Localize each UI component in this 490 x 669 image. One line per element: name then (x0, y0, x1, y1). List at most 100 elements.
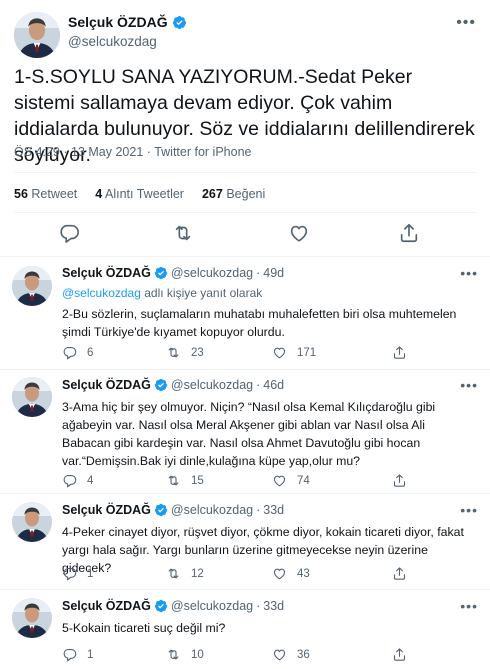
share-icon[interactable] (398, 222, 420, 244)
share-icon (392, 345, 407, 360)
share-action[interactable] (392, 473, 407, 488)
author-name[interactable]: Selçuk ÖZDAĞ (62, 503, 151, 517)
reply-count: 4 (87, 474, 94, 487)
retweet-icon[interactable] (172, 222, 194, 244)
more-icon[interactable]: ••• (456, 14, 476, 32)
divider (0, 369, 490, 370)
like-action[interactable]: 36 (272, 647, 310, 662)
avatar[interactable] (14, 12, 60, 58)
author-handle[interactable]: @selcukozdag (171, 503, 253, 517)
avatar-image (12, 377, 52, 417)
separator: · (256, 266, 261, 280)
avatar[interactable] (12, 598, 52, 638)
reply-actions: 6 23 171 (62, 345, 482, 363)
avatar[interactable] (12, 502, 52, 542)
reply-to-line: @selcukozdag adlı kişiye yanıt olarak (62, 286, 262, 300)
reply-count: 6 (87, 346, 94, 359)
author-handle[interactable]: @selcukozdag (68, 34, 157, 49)
author-name-row[interactable]: Selçuk ÖZDAĞ (68, 14, 187, 30)
retweet-action[interactable]: 15 (166, 473, 204, 488)
tweet-text: 2-Bu sözlerin, suçlamaların muhatabı muh… (62, 307, 457, 339)
tweet-text: 5-Kokain ticareti suç değil mi? (62, 621, 226, 635)
reply-icon (62, 473, 77, 488)
retweet-icon (166, 345, 181, 360)
share-action[interactable] (392, 345, 407, 360)
meta-separator: · (146, 145, 151, 159)
main-tweet-actions (0, 222, 490, 248)
reply-header: Selçuk ÖZDAĞ @selcukozdag · 46d (62, 378, 284, 392)
retweet-icon (166, 473, 181, 488)
retweet-action[interactable]: 12 (166, 566, 204, 581)
quote-stat[interactable]: 4 Alıntı Tweetler (95, 187, 184, 201)
reply-to-text: adlı kişiye yanıt olarak (140, 286, 263, 300)
retweet-count: 56 (14, 187, 28, 201)
verified-badge-icon (154, 378, 168, 392)
reply-to-mention[interactable]: @selcukozdag (62, 286, 141, 300)
more-icon[interactable]: ••• (460, 377, 478, 393)
reply-icon[interactable] (58, 222, 80, 244)
retweet-icon (166, 647, 181, 662)
share-action[interactable] (392, 566, 407, 581)
tweet-time[interactable]: ÖS 4:29 (14, 145, 60, 159)
reply-count: 1 (87, 567, 94, 580)
divider (0, 493, 490, 494)
verified-badge-icon (154, 503, 168, 517)
like-icon[interactable] (288, 222, 310, 244)
reply-actions: 4 15 74 (62, 473, 482, 491)
like-count: 43 (297, 567, 310, 580)
retweet-count: 10 (191, 648, 204, 661)
retweet-stat[interactable]: 56 Retweet (14, 187, 77, 201)
like-action[interactable]: 171 (272, 345, 316, 360)
tweet-meta: ÖS 4:29 · 13 May 2021 · Twitter for iPho… (14, 145, 251, 159)
reply-action[interactable]: 1 (62, 566, 93, 581)
like-icon (272, 473, 287, 488)
tweet-time[interactable]: 33d (263, 599, 284, 613)
author-handle[interactable]: @selcukozdag (171, 266, 253, 280)
quote-label: Alıntı Tweetler (105, 187, 184, 201)
tweet-date[interactable]: 13 May 2021 (71, 145, 143, 159)
retweet-action[interactable]: 23 (166, 345, 204, 360)
avatar-image (12, 598, 52, 638)
reply-action[interactable]: 4 (62, 473, 93, 488)
author-name[interactable]: Selçuk ÖZDAĞ (62, 599, 151, 613)
like-stat[interactable]: 267 Beğeni (202, 187, 265, 201)
reply-action[interactable]: 1 (62, 647, 93, 662)
avatar[interactable] (12, 266, 52, 306)
like-count: 267 (201, 187, 223, 201)
verified-badge-icon (172, 15, 187, 30)
reply-icon (62, 647, 77, 662)
like-action[interactable]: 43 (272, 566, 310, 581)
like-count: 171 (297, 346, 317, 359)
more-icon[interactable]: ••• (460, 598, 478, 614)
more-icon[interactable]: ••• (460, 265, 478, 281)
separator: · (256, 599, 261, 613)
reply-action[interactable]: 6 (62, 345, 93, 360)
tweet-time[interactable]: 49d (263, 266, 284, 280)
avatar-image (12, 266, 52, 306)
share-icon (392, 647, 407, 662)
divider (0, 589, 490, 590)
avatar-image (14, 12, 60, 58)
more-icon[interactable]: ••• (460, 502, 478, 518)
author-name[interactable]: Selçuk ÖZDAĞ (62, 378, 151, 392)
share-action[interactable] (392, 647, 407, 662)
author-name[interactable]: Selçuk ÖZDAĞ (62, 266, 151, 280)
tweet-time[interactable]: 46d (263, 378, 284, 392)
quote-count: 4 (95, 187, 103, 201)
reply-actions: 1 10 36 (62, 647, 482, 665)
author-name[interactable]: Selçuk ÖZDAĞ (68, 14, 168, 30)
separator: · (256, 503, 261, 517)
reply-header: Selçuk ÖZDAĞ @selcukozdag · 49d (62, 266, 284, 280)
reply-icon (62, 566, 77, 581)
retweet-action[interactable]: 10 (166, 647, 204, 662)
tweet-time[interactable]: 33d (263, 503, 284, 517)
share-icon (392, 566, 407, 581)
like-action[interactable]: 74 (272, 473, 310, 488)
avatar[interactable] (12, 377, 52, 417)
retweet-count: 15 (191, 474, 204, 487)
like-count: 36 (297, 648, 310, 661)
author-handle[interactable]: @selcukozdag (171, 599, 253, 613)
like-count: 74 (297, 474, 310, 487)
author-handle[interactable]: @selcukozdag (171, 378, 253, 392)
tweet-source[interactable]: Twitter for iPhone (154, 145, 251, 159)
